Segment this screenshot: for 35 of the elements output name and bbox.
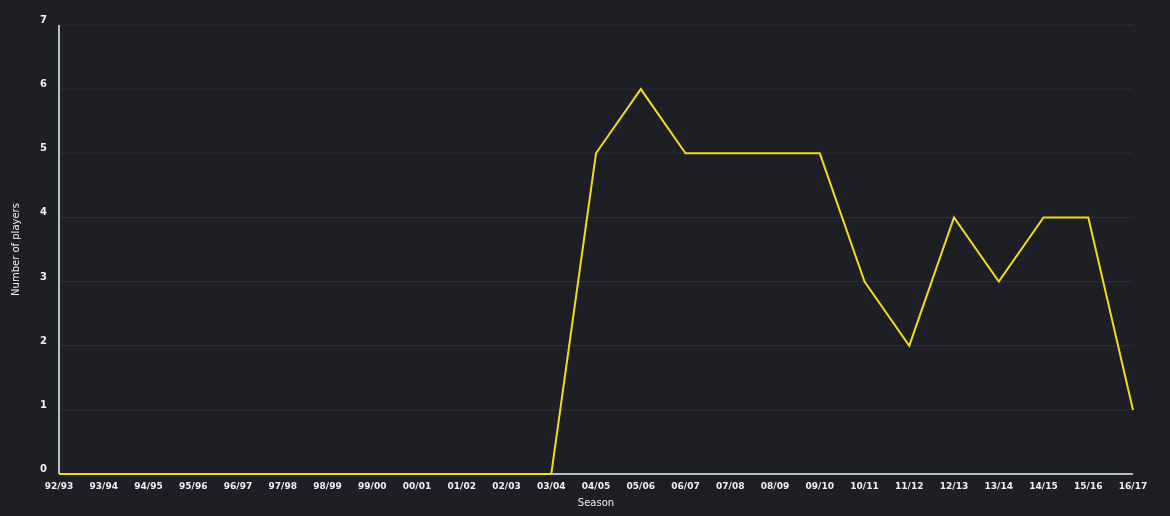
x-tick-label: 15/16	[1074, 481, 1103, 491]
x-tick-label: 09/10	[805, 481, 834, 491]
x-tick-label: 98/99	[313, 481, 342, 491]
x-tick-label: 13/14	[984, 481, 1013, 491]
y-tick-label: 0	[40, 463, 47, 474]
x-tick-label: 12/13	[939, 481, 969, 491]
y-tick-label: 6	[40, 78, 47, 90]
x-tick-label: 16/17	[1118, 481, 1148, 491]
x-tick-label: 04/05	[581, 481, 611, 491]
x-tick-label: 92/93	[44, 481, 74, 491]
x-tick-label: 02/03	[492, 481, 521, 491]
y-axis-title: Number of players	[10, 203, 21, 296]
x-tick-label: 07/08	[716, 481, 745, 491]
y-tick-label: 5	[40, 142, 47, 154]
x-tick-label: 01/02	[447, 481, 476, 491]
y-tick-label: 7	[40, 14, 47, 25]
x-tick-label: 14/15	[1029, 481, 1058, 491]
x-axis-title: Season	[577, 497, 615, 508]
x-tick-label: 10/11	[850, 481, 879, 491]
x-tick-label: 06/07	[671, 481, 700, 491]
y-tick-label: 1	[40, 398, 47, 410]
y-tick-label: 3	[40, 270, 47, 282]
x-tick-label: 03/04	[537, 481, 566, 491]
x-tick-label: 05/06	[626, 481, 655, 491]
x-tick-label: 99/00	[358, 481, 387, 491]
x-tick-label: 94/95	[134, 481, 163, 491]
x-tick-label: 11/12	[895, 481, 924, 491]
x-tick-label: 08/09	[760, 481, 790, 491]
x-tick-label: 97/98	[268, 481, 297, 491]
x-tick-label: 95/96	[179, 481, 208, 491]
y-tick-label: 4	[40, 206, 47, 218]
x-tick-label: 93/94	[89, 481, 118, 491]
y-tick-label: 2	[40, 334, 47, 346]
x-tick-label: 96/97	[223, 481, 253, 491]
x-tick-label: 00/01	[402, 481, 432, 491]
